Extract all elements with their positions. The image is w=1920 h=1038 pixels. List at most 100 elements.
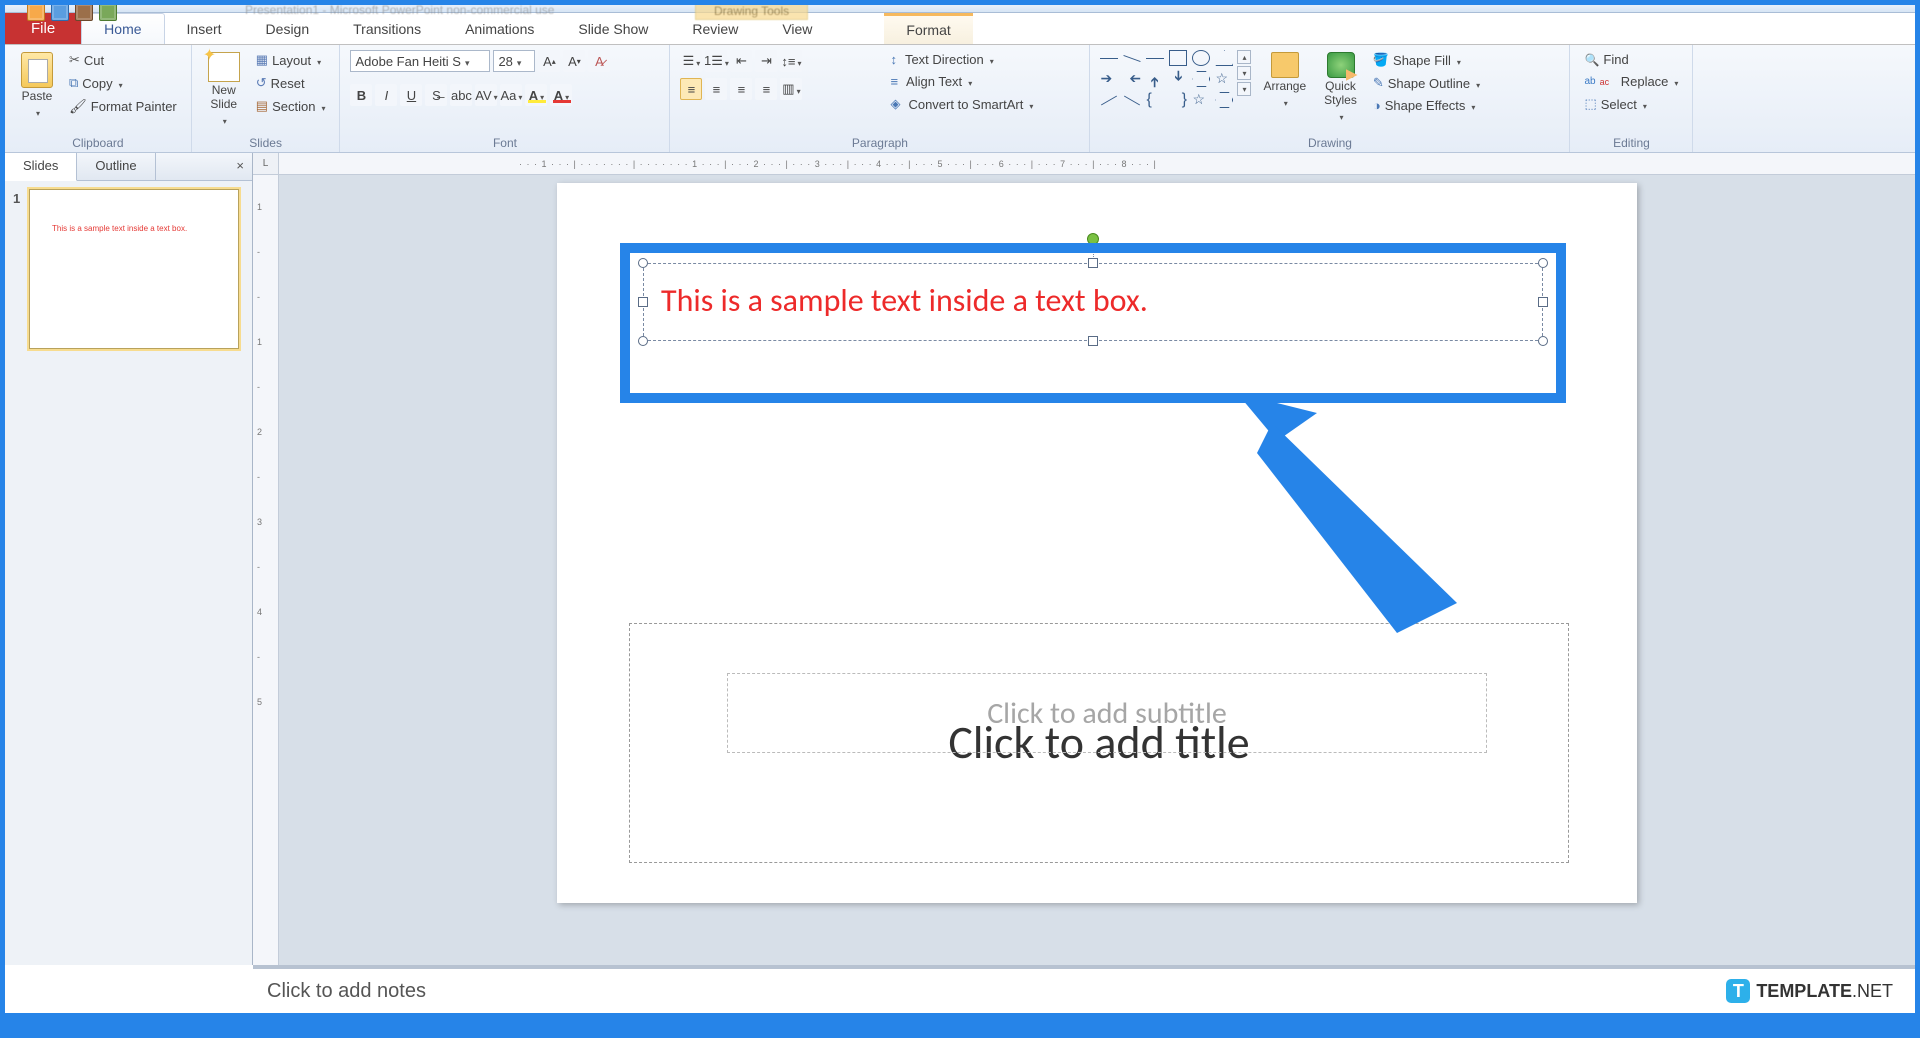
bullets-button[interactable]: ☰ bbox=[680, 50, 702, 72]
arrange-button[interactable]: Arrange bbox=[1257, 50, 1312, 112]
gallery-scroll[interactable]: ▴▾▾ bbox=[1237, 50, 1251, 110]
resize-handle-tr[interactable] bbox=[1538, 258, 1548, 268]
highlight-button[interactable]: A bbox=[525, 84, 547, 106]
ruler-vertical[interactable]: 1 - - 1 - 2 - 3 - 4 - 5 bbox=[253, 175, 279, 965]
shape-outline-button[interactable]: Shape Outline bbox=[1369, 73, 1484, 93]
find-button[interactable]: Find bbox=[1580, 50, 1682, 69]
ruler-corner[interactable]: L bbox=[253, 153, 279, 175]
slide[interactable]: This is a sample text inside a text box.… bbox=[557, 183, 1637, 903]
group-drawing: ▴▾▾ Arrange Quick Styles Shape Fill Shap… bbox=[1090, 45, 1570, 152]
paste-button[interactable]: Paste bbox=[15, 50, 59, 122]
text-direction-button[interactable]: Text Direction bbox=[886, 50, 1037, 69]
clear-formatting-button[interactable]: A̷ bbox=[588, 50, 610, 72]
resize-handle-tl[interactable] bbox=[638, 258, 648, 268]
dropdown-icon bbox=[1469, 98, 1475, 113]
strikethrough-button[interactable]: S̶ bbox=[425, 84, 447, 106]
shape-star-icon[interactable] bbox=[1192, 92, 1210, 108]
align-center-button[interactable]: ≡ bbox=[705, 78, 727, 100]
tab-format[interactable]: Format bbox=[884, 13, 972, 44]
canvas[interactable]: This is a sample text inside a text box.… bbox=[279, 175, 1915, 965]
resize-handle-b[interactable] bbox=[1088, 336, 1098, 346]
italic-button[interactable]: I bbox=[375, 84, 397, 106]
outline-tab[interactable]: Outline bbox=[77, 153, 155, 180]
change-case-button[interactable]: Aa bbox=[500, 84, 522, 106]
slides-tab[interactable]: Slides bbox=[5, 153, 77, 181]
font-name-combo[interactable]: Adobe Fan Heiti S bbox=[350, 50, 490, 72]
shape-callout-icon[interactable] bbox=[1215, 92, 1233, 108]
shape-connector-icon[interactable] bbox=[1101, 96, 1117, 106]
decrease-indent-button[interactable]: ⇤ bbox=[730, 50, 752, 72]
resize-handle-t[interactable] bbox=[1088, 258, 1098, 268]
resize-handle-br[interactable] bbox=[1538, 336, 1548, 346]
tab-insert[interactable]: Insert bbox=[165, 13, 244, 44]
cut-button[interactable]: Cut bbox=[65, 50, 181, 70]
shape-fill-button[interactable]: Shape Fill bbox=[1369, 50, 1484, 70]
shape-arrow-icon[interactable] bbox=[1170, 70, 1186, 88]
tab-slideshow[interactable]: Slide Show bbox=[556, 13, 670, 44]
shape-triangle-icon[interactable] bbox=[1215, 50, 1233, 66]
rotation-handle[interactable] bbox=[1087, 233, 1099, 245]
shape-brace-icon[interactable] bbox=[1169, 92, 1187, 108]
tab-design[interactable]: Design bbox=[244, 13, 332, 44]
qat-icon[interactable] bbox=[99, 5, 117, 21]
font-color-button[interactable]: A bbox=[550, 84, 572, 106]
cut-icon bbox=[69, 52, 80, 68]
shape-arrow-icon[interactable] bbox=[1123, 71, 1141, 87]
textbox-selected[interactable]: This is a sample text inside a text box. bbox=[643, 263, 1543, 341]
shape-hex-icon[interactable] bbox=[1192, 71, 1210, 87]
bold-button[interactable]: B bbox=[350, 84, 372, 106]
shape-star-icon[interactable] bbox=[1215, 71, 1233, 87]
format-painter-button[interactable]: Format Painter bbox=[65, 96, 181, 117]
convert-smartart-button[interactable]: Convert to SmartArt bbox=[886, 94, 1037, 114]
resize-handle-l[interactable] bbox=[638, 297, 648, 307]
grow-font-button[interactable]: A▴ bbox=[538, 50, 560, 72]
align-justify-button[interactable]: ≡ bbox=[755, 78, 777, 100]
layout-button[interactable]: Layout bbox=[252, 50, 330, 70]
shape-arrow-icon[interactable] bbox=[1147, 70, 1163, 88]
shape-effects-button[interactable]: Shape Effects bbox=[1369, 96, 1484, 115]
align-text-button[interactable]: Align Text bbox=[886, 72, 1037, 91]
shape-line-icon[interactable] bbox=[1124, 55, 1141, 62]
shadow-button[interactable]: abc bbox=[450, 84, 472, 106]
new-slide-button[interactable]: New Slide bbox=[202, 50, 246, 129]
close-pane-button[interactable]: × bbox=[228, 153, 252, 180]
char-spacing-button[interactable]: AV bbox=[475, 84, 497, 106]
tab-animations[interactable]: Animations bbox=[443, 13, 556, 44]
resize-handle-bl[interactable] bbox=[638, 336, 648, 346]
line-spacing-button[interactable]: ↕≡ bbox=[780, 50, 802, 72]
increase-indent-button[interactable]: ⇥ bbox=[755, 50, 777, 72]
align-right-button[interactable]: ≡ bbox=[730, 78, 752, 100]
underline-button[interactable]: U bbox=[400, 84, 422, 106]
resize-handle-r[interactable] bbox=[1538, 297, 1548, 307]
tab-transitions[interactable]: Transitions bbox=[331, 13, 443, 44]
align-left-button[interactable]: ≡ bbox=[680, 78, 702, 100]
shapes-gallery[interactable] bbox=[1100, 50, 1235, 110]
shape-rect-icon[interactable] bbox=[1169, 50, 1187, 66]
copy-button[interactable]: Copy bbox=[65, 73, 181, 93]
shape-line-icon[interactable] bbox=[1100, 58, 1118, 59]
textbox-content[interactable]: This is a sample text inside a text box. bbox=[661, 281, 1148, 320]
section-button[interactable]: Section bbox=[252, 96, 330, 116]
select-button[interactable]: Select bbox=[1580, 94, 1682, 114]
qat-icon[interactable] bbox=[75, 5, 93, 21]
shape-arrow-icon[interactable] bbox=[1100, 71, 1118, 87]
reset-button[interactable]: Reset bbox=[252, 73, 330, 93]
subtitle-placeholder[interactable]: Click to add subtitle bbox=[727, 673, 1487, 753]
quick-styles-button[interactable]: Quick Styles bbox=[1318, 50, 1363, 125]
replace-button[interactable]: ac Replace bbox=[1580, 72, 1682, 91]
shape-ellipse-icon[interactable] bbox=[1192, 50, 1210, 66]
dropdown-icon bbox=[694, 54, 700, 69]
shape-line-arrow-icon[interactable] bbox=[1146, 58, 1164, 59]
font-size-combo[interactable]: 28 bbox=[493, 50, 535, 72]
shape-brace-icon[interactable] bbox=[1146, 92, 1164, 108]
numbering-button[interactable]: 1☰ bbox=[705, 50, 727, 72]
shape-connector-icon[interactable] bbox=[1124, 96, 1140, 106]
shrink-font-button[interactable]: A▾ bbox=[563, 50, 585, 72]
notes-pane[interactable]: Click to add notes bbox=[253, 965, 1915, 1013]
qat-icon[interactable] bbox=[51, 5, 69, 21]
columns-button[interactable]: ▥ bbox=[780, 78, 802, 100]
ruler-horizontal[interactable]: · · · 1 · · · | · · · · · · · | · · · · … bbox=[279, 153, 1915, 175]
dropdown-icon bbox=[516, 88, 522, 103]
qat-icon[interactable] bbox=[27, 5, 45, 21]
slide-thumbnail[interactable]: This is a sample text inside a text box. bbox=[29, 189, 239, 349]
